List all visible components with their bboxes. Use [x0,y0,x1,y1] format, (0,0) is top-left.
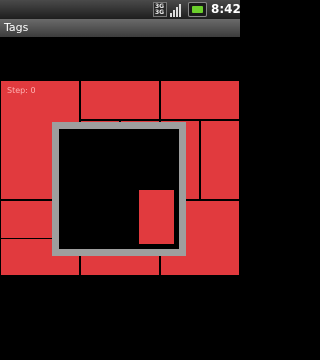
step-counter: Step: 0 [7,86,36,95]
puzzle-board [0,80,240,276]
selection-frame[interactable] [52,122,186,256]
network-type-icon: 3G 3G [153,2,167,17]
puzzle-tile[interactable] [200,120,240,200]
puzzle-tile[interactable] [160,80,240,120]
network-type-bottom: 3G [155,9,165,16]
selected-tile[interactable] [138,189,175,245]
clock: 8:42 [211,2,241,16]
title-bar: Tags [0,19,240,37]
puzzle-tile[interactable] [80,80,160,120]
status-bar: 3G 3G 8:42 [0,0,241,19]
battery-icon [188,2,207,17]
signal-strength-icon [170,2,184,17]
app-title: Tags [4,21,29,34]
